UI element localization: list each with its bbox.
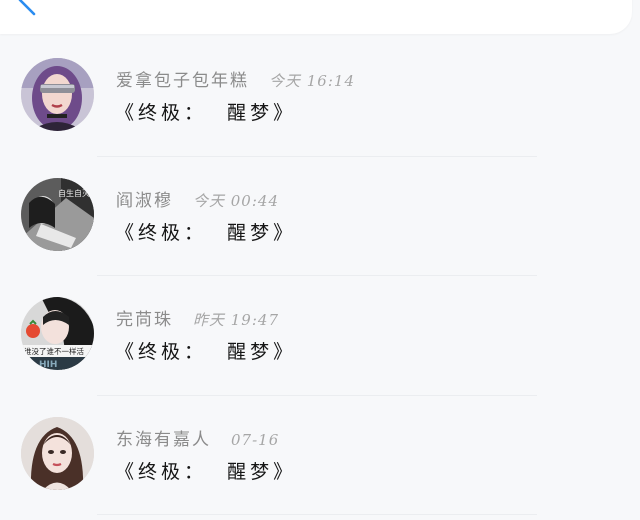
avatar-image: 谁没了谁不一样活 HIH xyxy=(21,297,94,370)
comment-meta: 爱拿包子包年糕 今天 16:14 xyxy=(116,66,355,91)
timestamp: 昨天 19:47 xyxy=(193,311,279,329)
comment-text: 《终极： 醒梦》 xyxy=(115,221,297,244)
avatar[interactable] xyxy=(21,58,94,131)
list-item[interactable]: 爱拿包子包年糕 今天 16:14 《终极： 醒梦》 xyxy=(0,40,640,160)
comment-page: 爱拿包子包年糕 今天 16:14 《终极： 醒梦》 自生自灭 阎淑穆 今天 00… xyxy=(0,0,640,520)
timestamp: 今天 16:14 xyxy=(269,72,355,90)
comment-text: 《终极： 醒梦》 xyxy=(115,102,297,124)
comment-text: 《终极： 醒梦》 xyxy=(115,341,297,363)
username[interactable]: 东海有嘉人 xyxy=(116,425,211,450)
header-bar xyxy=(0,0,632,34)
list-item[interactable]: 谁没了谁不一样活 HIH 完苘珠 昨天 19:47 《终极： 醒梦》 xyxy=(0,279,640,399)
divider xyxy=(97,275,537,276)
comment-list: 爱拿包子包年糕 今天 16:14 《终极： 醒梦》 自生自灭 阎淑穆 今天 00… xyxy=(0,40,640,518)
comment-text: 《终极： 醒梦》 xyxy=(115,460,297,483)
avatar[interactable] xyxy=(21,416,94,490)
comment-meta: 阎淑穆 今天 00:44 xyxy=(116,186,279,211)
avatar-image xyxy=(21,416,94,490)
username[interactable]: 完苘珠 xyxy=(116,305,173,330)
username[interactable]: 阎淑穆 xyxy=(116,186,173,211)
divider xyxy=(97,155,537,157)
svg-text:HIH: HIH xyxy=(39,360,57,370)
timestamp: 今天 00:44 xyxy=(193,191,279,210)
avatar[interactable]: 自生自灭 xyxy=(21,177,94,251)
list-item[interactable]: 东海有嘉人 07-16 《终极： 醒梦》 xyxy=(0,399,640,519)
list-item[interactable]: 自生自灭 阎淑穆 今天 00:44 《终极： 醒梦》 xyxy=(0,160,640,280)
divider xyxy=(97,394,537,396)
comment-meta: 东海有嘉人 07-16 xyxy=(116,425,279,450)
avatar-image xyxy=(21,58,94,131)
avatar[interactable]: 谁没了谁不一样活 HIH xyxy=(21,297,94,370)
avatar-caption: 谁没了谁不一样活 xyxy=(24,346,84,356)
avatar-caption: 自生自灭 xyxy=(58,188,90,198)
timestamp: 07-16 xyxy=(231,430,280,449)
avatar-image: 自生自灭 xyxy=(21,177,94,251)
divider xyxy=(97,514,537,515)
comment-meta: 完苘珠 昨天 19:47 xyxy=(116,305,279,330)
username[interactable]: 爱拿包子包年糕 xyxy=(116,66,249,91)
back-arrow-icon[interactable] xyxy=(18,0,44,18)
